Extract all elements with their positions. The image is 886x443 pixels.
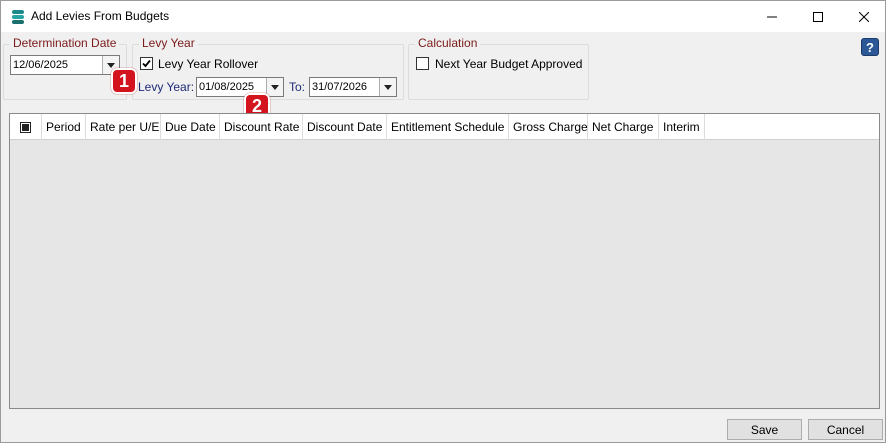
minimize-button[interactable] <box>749 1 795 32</box>
maximize-icon <box>813 11 823 22</box>
column-header-gross-charge[interactable]: Gross Charge <box>509 114 588 140</box>
minimize-icon <box>767 16 777 17</box>
determination-date-picker[interactable]: 12/06/2025 <box>10 55 120 75</box>
levy-year-from-picker[interactable]: 01/08/2025 <box>196 77 284 97</box>
chevron-down-icon <box>384 84 392 90</box>
callout-badge-1-number: 1 <box>118 70 129 91</box>
column-header-rate[interactable]: Rate per U/E <box>86 114 161 140</box>
chevron-down-icon <box>107 62 115 68</box>
check-icon <box>142 59 151 68</box>
column-header-period[interactable]: Period <box>42 114 86 140</box>
levy-year-rollover-checkbox[interactable] <box>140 57 153 70</box>
save-button[interactable]: Save <box>727 419 802 440</box>
column-header-discount-date[interactable]: Discount Date <box>303 114 387 140</box>
levy-year-rollover-label: Levy Year Rollover <box>158 57 259 71</box>
help-button[interactable]: ? <box>861 38 879 56</box>
close-button[interactable] <box>841 1 886 32</box>
levies-grid[interactable]: Period Rate per U/E Due Date Discount Ra… <box>9 113 880 409</box>
levy-year-from-dropdown[interactable] <box>266 78 283 96</box>
chevron-down-icon <box>271 84 279 90</box>
column-header-entitlement-schedule[interactable]: Entitlement Schedule <box>387 114 509 140</box>
grid-header: Period Rate per U/E Due Date Discount Ra… <box>10 114 879 140</box>
calculation-legend: Calculation <box>415 36 481 50</box>
help-icon: ? <box>866 39 874 55</box>
next-year-budget-label: Next Year Budget Approved <box>435 57 583 71</box>
next-year-budget-checkbox[interactable] <box>416 57 429 70</box>
levy-year-to-value: 31/07/2026 <box>312 81 368 93</box>
column-header-due-date[interactable]: Due Date <box>161 114 220 140</box>
levy-year-from-value: 01/08/2025 <box>199 81 255 93</box>
maximize-button[interactable] <box>795 1 841 32</box>
column-header-interim[interactable]: Interim <box>659 114 705 140</box>
levy-year-to-picker[interactable]: 31/07/2026 <box>309 77 397 97</box>
database-icon <box>12 10 24 24</box>
close-icon <box>859 11 869 22</box>
select-all-icon <box>20 121 31 133</box>
column-header-net-charge[interactable]: Net Charge <box>588 114 659 140</box>
add-levies-window: Add Levies From Budgets Determination Da… <box>0 0 886 443</box>
window-title: Add Levies From Budgets <box>31 9 170 23</box>
column-header-discount-rate[interactable]: Discount Rate <box>220 114 303 140</box>
callout-badge-1: 1 <box>111 68 137 94</box>
levy-year-to-label: To: <box>289 80 306 94</box>
levy-year-legend: Levy Year <box>139 36 198 50</box>
cancel-button[interactable]: Cancel <box>808 419 883 440</box>
select-all-checkbox[interactable] <box>10 114 42 140</box>
determination-date-value: 12/06/2025 <box>13 59 69 71</box>
calculation-group: Calculation <box>408 36 589 100</box>
determination-date-legend: Determination Date <box>10 36 120 50</box>
title-bar: Add Levies From Budgets <box>1 1 885 32</box>
levy-year-label: Levy Year: <box>138 80 195 94</box>
levy-year-to-dropdown[interactable] <box>379 78 396 96</box>
